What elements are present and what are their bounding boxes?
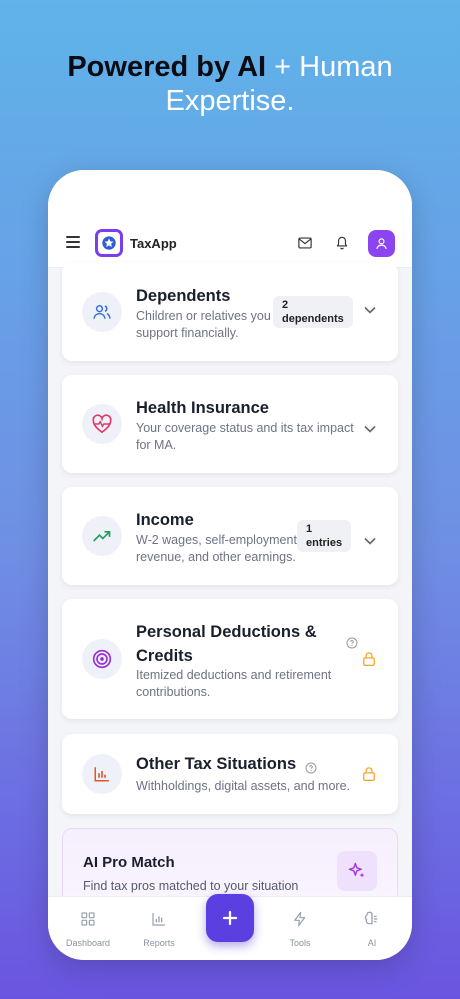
section-title: Personal Deductions & [136, 623, 317, 641]
badge-count: 1 [306, 523, 313, 535]
sparkles-icon [337, 851, 377, 891]
section-description: W-2 wages, self-employment revenue, and … [136, 533, 297, 564]
chevron-down-icon[interactable] [364, 301, 376, 319]
plus-icon [222, 910, 238, 926]
section-title-cont: Credits [136, 647, 193, 665]
section-title: Income [136, 511, 194, 529]
lock-icon [362, 766, 376, 787]
count-badge: 1 entries [297, 520, 352, 552]
top-bar: TaxApp [48, 170, 412, 268]
headline-line2: Expertise. [165, 85, 295, 117]
bar-chart-icon [152, 913, 165, 926]
tab-tools[interactable]: Tools [270, 911, 330, 948]
tab-dashboard[interactable]: Dashboard [58, 911, 118, 948]
section-card-dependents[interactable]: Dependents Children or relatives you sup… [62, 263, 398, 361]
bar-chart-icon [82, 754, 122, 794]
tab-label: Tools [289, 938, 311, 948]
badge-unit: entries [306, 537, 343, 549]
hamburger-menu-icon[interactable] [66, 236, 80, 248]
help-circle-icon[interactable] [305, 761, 317, 779]
app-name: TaxApp [130, 236, 177, 251]
section-title: Dependents [136, 287, 231, 305]
add-button[interactable] [206, 894, 254, 942]
tab-label: AI [367, 938, 377, 948]
section-description: Itemized deductions and retirement contr… [136, 668, 332, 699]
section-description: Your coverage status and its tax impact … [136, 421, 354, 452]
promo-title: AI Pro Match [83, 854, 175, 871]
headline: Powered by AI + Human Expertise. [0, 50, 460, 118]
target-icon [82, 639, 122, 679]
section-description: Withholdings, digital assets, and more. [136, 779, 350, 793]
phone-frame: TaxApp Dependents Children or relatives … [48, 170, 412, 960]
bell-icon[interactable] [335, 235, 349, 255]
section-card-income[interactable]: Income W-2 wages, self-employment revenu… [62, 487, 398, 585]
section-card-other-tax[interactable]: Other Tax Situations Withholdings, digit… [62, 734, 398, 814]
badge-count: 2 [282, 299, 289, 311]
tab-label: Reports [143, 938, 175, 948]
headline-rest: + Human [266, 51, 393, 83]
promo-description: Find tax pros matched to your situation [83, 879, 299, 893]
lock-icon [362, 651, 376, 672]
count-badge: 2 dependents [273, 296, 353, 328]
users-icon [82, 292, 122, 332]
section-card-health-insurance[interactable]: Health Insurance Your coverage status an… [62, 375, 398, 473]
grid-icon [81, 912, 95, 926]
tab-ai[interactable]: AI [342, 911, 402, 948]
chevron-down-icon[interactable] [364, 420, 376, 438]
star-badge-icon[interactable] [95, 229, 123, 257]
chevron-down-icon[interactable] [364, 532, 376, 550]
headline-bold: Powered by AI [67, 51, 267, 83]
mail-icon[interactable] [298, 236, 312, 254]
badge-unit: dependents [282, 313, 344, 325]
user-icon [376, 238, 387, 250]
section-title: Other Tax Situations [136, 755, 297, 773]
brain-icon [364, 911, 378, 925]
help-circle-icon[interactable] [346, 636, 358, 654]
user-avatar-button[interactable] [368, 230, 395, 257]
heart-pulse-icon [82, 404, 122, 444]
trending-up-icon [82, 516, 122, 556]
section-card-personal-deductions[interactable]: Personal Deductions & Credits Itemized d… [62, 599, 398, 719]
lightning-icon [294, 911, 306, 927]
tab-reports[interactable]: Reports [129, 911, 189, 948]
section-title: Health Insurance [136, 399, 269, 417]
tab-label: Dashboard [65, 938, 111, 948]
section-description: Children or relatives you support financ… [136, 309, 271, 340]
